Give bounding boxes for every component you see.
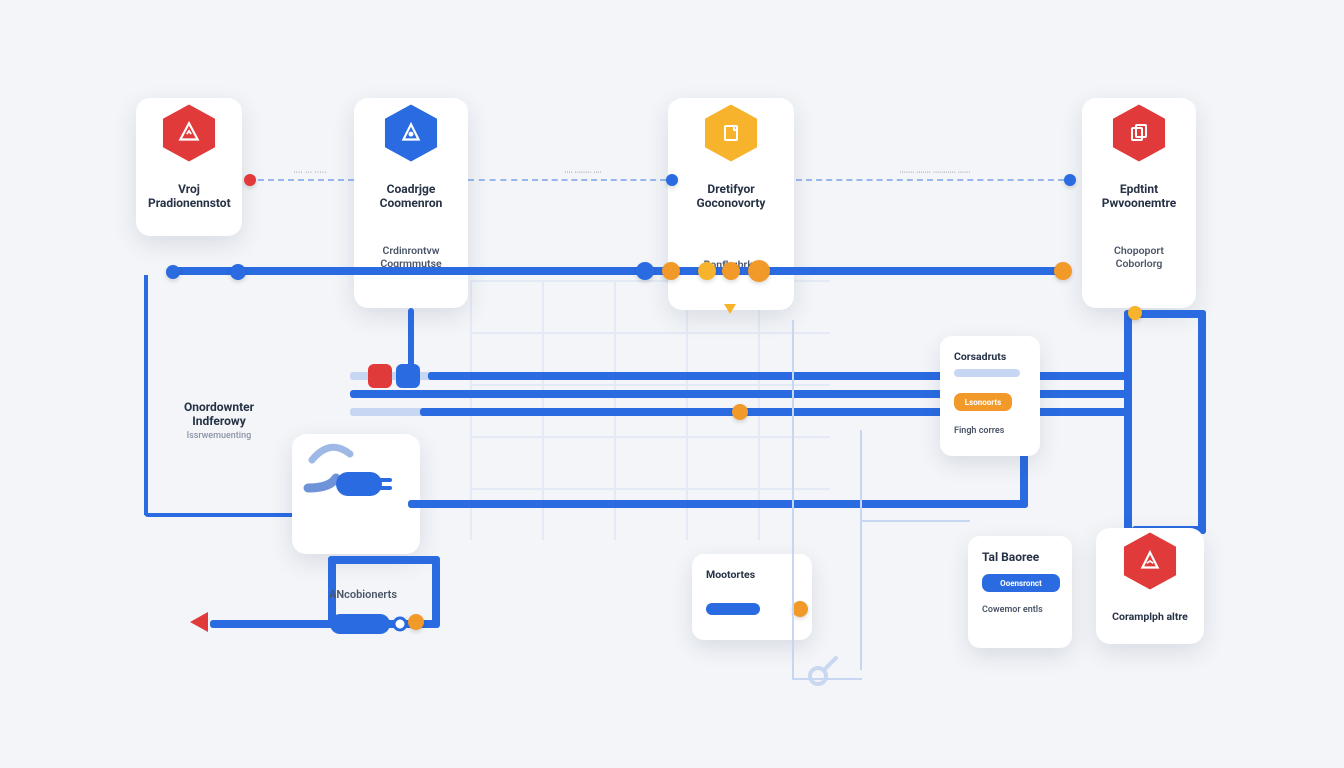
route-right-top	[1132, 310, 1206, 318]
dot	[166, 265, 180, 279]
dot	[722, 262, 740, 280]
bottom-label: ANcobionerts	[318, 588, 408, 602]
dot	[732, 404, 748, 420]
track-mid-bot	[420, 408, 1020, 416]
node-card-2: Coadrjge Coomenron Crdinrontvw Cogrmmuts…	[354, 98, 468, 308]
panel2-title: Tal Baoree	[982, 550, 1058, 564]
node-card-5: Coramplph altre	[1096, 528, 1204, 644]
connector-dashed	[796, 179, 1064, 183]
panel1-title: Corsadruts	[954, 350, 1026, 363]
node4-sub2: Coborlorg	[1094, 257, 1184, 270]
route-left-vert	[144, 275, 148, 515]
panel3-title: Mootortes	[706, 568, 798, 581]
connector-label: ······· ······· ··········· ······	[820, 168, 1050, 178]
node4-title2: Pwvoonemtre	[1094, 196, 1184, 210]
chevron-down-icon	[724, 304, 736, 314]
route-far-right-vert	[1198, 310, 1206, 534]
dot	[244, 174, 256, 186]
bg-connector	[860, 520, 970, 522]
panel-1: Corsadruts Lsonoorts Fingh corres	[940, 336, 1040, 456]
dot	[636, 262, 654, 280]
hex-icon-doc-orange	[700, 102, 762, 164]
connector-dashed	[258, 179, 354, 183]
node1-title2: Pradionennstot	[148, 196, 230, 210]
route-vert-lower2	[432, 560, 440, 626]
panel2-button[interactable]: Ooensronct	[982, 574, 1060, 592]
panel1-button[interactable]: Lsonoorts	[954, 393, 1012, 411]
hex-icon-a-red	[158, 102, 220, 164]
node5-label: Coramplph altre	[1108, 610, 1192, 623]
route-left-horz	[144, 513, 304, 517]
bg-connector	[792, 678, 862, 680]
connector-label: ···· ········ ····	[508, 168, 658, 178]
plug-card	[292, 434, 420, 554]
node-card-4: Epdtint Pwvoonemtre Chopoport Coborlorg	[1082, 98, 1196, 308]
block-red	[368, 364, 392, 388]
dot	[666, 174, 678, 186]
node2-sub1: Crdinrontvw	[366, 244, 456, 257]
node1-title1: Vroj	[148, 182, 230, 196]
route-lower-horz	[328, 556, 440, 564]
node4-title1: Epdtint	[1094, 182, 1184, 196]
side-label-left: Onordownter Indferowy lssrwemuenting	[164, 400, 274, 443]
node3-title2: Goconovorty	[680, 196, 782, 210]
dot	[408, 614, 424, 630]
hex-icon-triangle-blue	[380, 102, 442, 164]
hex-icon-triangle-red	[1119, 530, 1181, 592]
plug-icon	[302, 438, 402, 504]
panel1-foot: Fingh corres	[954, 425, 1026, 438]
node-card-1: Vroj Pradionennstot	[136, 98, 242, 236]
panel-2: Tal Baoree Ooensronct Cowemor entls	[968, 536, 1072, 648]
route-right-vert	[1124, 310, 1132, 534]
connector-label: ···· ··· ·····	[268, 168, 352, 178]
node4-sub1: Chopoport	[1094, 244, 1184, 257]
node2-title2: Coomenron	[366, 196, 456, 210]
hex-icon-docs-red	[1108, 102, 1170, 164]
dot	[698, 262, 716, 280]
dot	[1128, 306, 1142, 320]
track-row2	[168, 267, 1060, 275]
panel-3: Mootortes	[692, 554, 812, 640]
bg-connector	[860, 430, 862, 670]
arrow-left-icon	[190, 612, 208, 632]
panel2-foot: Cowemor entls	[982, 604, 1058, 617]
dot	[1064, 174, 1076, 186]
dot	[662, 262, 680, 280]
node2-title1: Coadrjge	[366, 182, 456, 196]
node3-title1: Dretifyor	[680, 182, 782, 196]
connector-dashed	[532, 179, 666, 183]
dot	[230, 264, 246, 280]
connector-dashed	[468, 179, 528, 183]
dot	[748, 260, 770, 282]
route-main-horz1	[408, 500, 1028, 508]
key-icon	[804, 650, 844, 690]
dot	[1054, 262, 1072, 280]
bg-connector	[792, 320, 794, 680]
connector-vert	[408, 308, 414, 374]
